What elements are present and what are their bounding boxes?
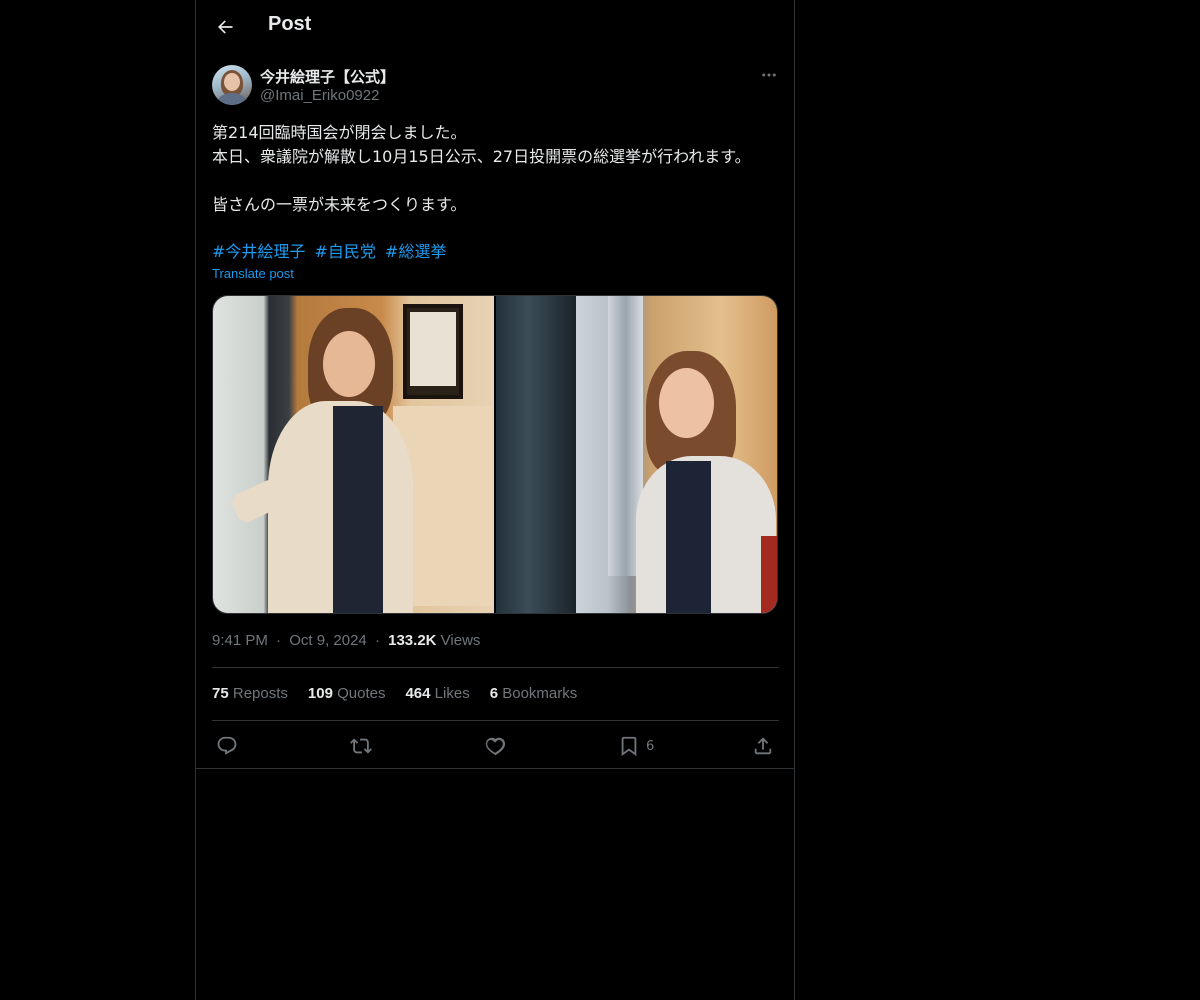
post-line-blank [212,169,780,193]
divider [212,720,779,721]
quotes-count: 109 [307,685,333,702]
likes-stat[interactable]: 464 Likes [405,685,469,702]
bookmark-count: 6 [646,738,655,754]
avatar[interactable] [212,65,252,105]
main-column: Post 今井絵理子【公式】 @Imai_Eriko0922 第214回臨時国会… [195,0,795,1000]
reply-button[interactable] [216,731,238,761]
arrow-left-icon [218,20,233,34]
bookmarks-count: 6 [489,685,499,702]
likes-label: Likes [434,685,470,702]
reposts-count: 75 [212,685,229,702]
post-line: 本日、衆議院が解散し10月15日公示、27日投開票の総選挙が行われます。 [212,147,751,166]
repost-button[interactable] [350,731,372,761]
post-text: 第214回臨時国会が閉会しました。 本日、衆議院が解散し10月15日公示、27日… [212,121,780,217]
bookmark-button[interactable]: 6 [618,731,654,761]
hashtag-link[interactable]: #自民党 [315,242,376,261]
likes-count: 464 [405,685,431,702]
hashtags: #今井絵理子 #自民党 #総選挙 [212,240,450,264]
post-photo-1[interactable] [213,296,494,613]
post-time[interactable]: 9:41 PM [212,632,268,649]
post-line: 第214回臨時国会が閉会しました。 [212,123,467,142]
share-icon [754,737,772,755]
like-button[interactable] [484,731,506,761]
translate-post-link[interactable]: Translate post [212,266,294,281]
more-options-button[interactable] [758,64,780,86]
post-meta: 9:41 PM · Oct 9, 2024 · 133.2K Views [212,632,480,649]
repost-icon [350,738,372,754]
meta-separator: · [374,632,380,649]
post-date[interactable]: Oct 9, 2024 [289,632,367,649]
back-button[interactable] [212,14,238,40]
reposts-stat[interactable]: 75 Reposts [212,685,288,702]
media-grid [212,295,778,614]
page-title: Post [268,13,312,35]
post-photo-2[interactable] [496,296,777,613]
hashtag-link[interactable]: #総選挙 [385,242,446,261]
quotes-stat[interactable]: 109 Quotes [308,685,386,702]
engagement-stats: 75 Reposts 109 Quotes 464 Likes 6 Bookma… [212,685,577,702]
quotes-label: Quotes [337,685,386,702]
meta-separator: · [276,632,282,649]
bookmarks-stat[interactable]: 6 Bookmarks [490,685,578,702]
divider [196,768,794,769]
action-bar: 6 [196,731,794,761]
more-horizontal-icon [762,73,776,77]
bookmarks-label: Bookmarks [502,685,578,702]
hashtag-link[interactable]: #今井絵理子 [212,242,305,261]
reposts-label: Reposts [232,685,288,702]
author-handle[interactable]: @Imai_Eriko0922 [260,87,379,104]
post-line: 皆さんの一票が未来をつくります。 [212,195,467,214]
divider [212,667,779,668]
author-name[interactable]: 今井絵理子【公式】 [260,66,395,87]
share-button[interactable] [752,731,774,761]
views-label: Views [440,632,481,649]
views-count: 133.2K [388,632,437,649]
reply-icon [217,736,237,755]
bookmark-icon [621,736,637,757]
heart-icon [485,737,506,756]
page-header: Post [196,0,794,54]
